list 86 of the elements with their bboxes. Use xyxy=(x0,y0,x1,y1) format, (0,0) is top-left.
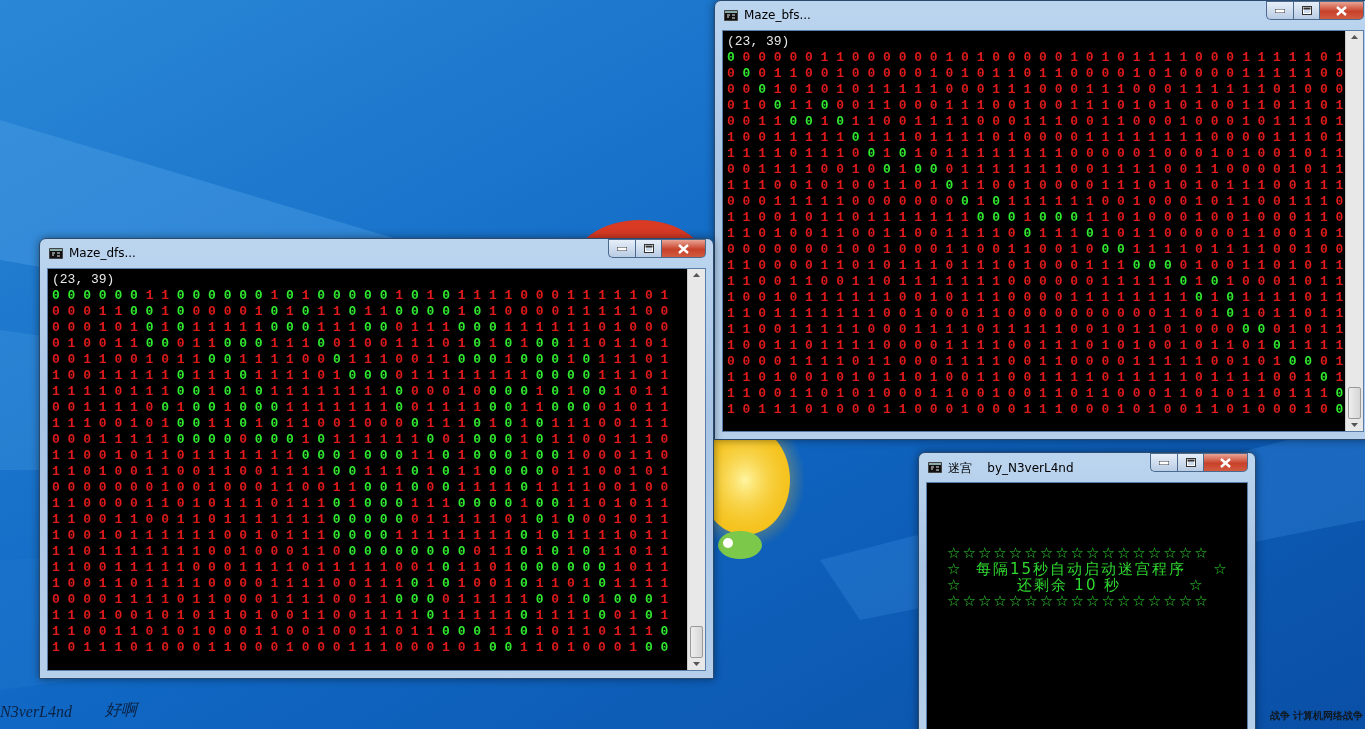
minimize-button[interactable] xyxy=(1150,453,1177,472)
close-button[interactable] xyxy=(1320,1,1364,20)
console-text: ☆ 还剩余 10 秒 ☆ xyxy=(947,577,1206,593)
maze-row: 0 0 0 1 1 0 0 1 0 0 0 0 0 1 0 1 0 1 1 0 1 1 0 0 0 0 1 0 1 0 0 0 0 1 1 1 1 1 0 0 xyxy=(727,66,1341,82)
maze-row-text: 1 0 1 1 1 0 1 0 0 0 1 1 0 0 0 1 0 0 0 1 1 1 0 0 0 1 0 1 0 0 1 1 0 1 0 0 0 1 0 0 xyxy=(52,640,670,656)
maximize-icon xyxy=(1185,458,1196,467)
maze-row-text: 1 1 0 0 1 0 1 1 0 1 1 1 1 1 1 1 0 0 0 1 0 0 0 1 1 0 1 0 0 0 1 0 0 1 0 0 0 1 1 0 xyxy=(52,448,670,464)
maze-row-text: 1 1 0 1 0 0 1 1 0 0 1 1 0 0 1 1 1 1 0 0 1 1 1 0 1 0 1 1 0 0 0 0 0 1 1 0 0 1 0 1 xyxy=(52,464,670,480)
maze-row-text: 1 1 0 0 0 0 1 1 0 1 0 1 1 1 0 1 1 1 0 1 0 0 0 1 1 1 0 0 0 0 1 0 0 1 1 0 1 0 1 1 xyxy=(52,496,670,512)
maze-row: 0 1 0 0 1 1 0 0 0 1 1 0 0 0 1 1 1 0 0 1 0 0 1 1 1 0 1 0 1 0 1 0 0 1 1 0 1 1 0 1 xyxy=(727,98,1341,114)
window-title: Maze_dfs... xyxy=(69,246,136,260)
maze-row-text: 0 0 0 0 0 0 1 1 0 0 0 0 0 0 1 0 1 0 0 0 0 0 1 0 1 0 1 1 1 1 0 0 0 1 1 1 1 1 0 1 xyxy=(52,288,670,304)
maze-row: 0 0 1 1 1 1 0 0 1 0 0 1 0 0 0 1 1 1 1 1 1 1 0 0 1 1 1 1 0 0 1 1 0 0 0 0 1 0 1 1 xyxy=(727,162,1341,178)
maze-row-text: 1 1 0 1 0 0 1 0 1 0 1 1 0 1 0 0 1 1 0 0 1 1 1 1 0 1 1 1 1 1 0 1 1 1 1 0 0 1 0 1 xyxy=(52,608,670,624)
maze-row: 1 1 0 0 1 0 1 1 0 1 1 1 1 1 1 1 0 0 0 1 0 0 0 1 1 0 1 0 0 0 1 0 0 1 0 0 0 1 1 0 xyxy=(727,210,1341,226)
scrollbar-thumb[interactable] xyxy=(1348,387,1361,419)
maze-row: 1 0 1 1 1 0 1 0 0 0 1 1 0 0 0 1 0 0 0 1 1 1 0 0 0 1 0 1 0 0 1 1 0 1 0 0 0 1 0 0 xyxy=(727,402,1341,418)
desktop-text: N3verL4nd xyxy=(0,703,72,721)
close-button[interactable] xyxy=(1204,453,1248,472)
maze-row: 1 1 0 1 1 1 1 1 1 1 0 0 1 0 0 0 1 1 0 0 0 0 0 0 0 0 0 0 1 1 0 1 0 1 0 1 1 0 1 1 xyxy=(727,306,1341,322)
scroll-up-icon[interactable] xyxy=(1351,35,1358,39)
scroll-up-icon[interactable] xyxy=(693,273,700,277)
maze-row-text: 1 0 0 1 1 1 1 1 0 1 1 1 0 1 1 1 1 0 1 0 0 0 0 1 1 1 1 1 1 1 1 0 0 0 0 1 1 1 0 1 xyxy=(52,368,670,384)
maze-row-text: 0 1 0 0 1 1 0 0 0 1 1 0 0 0 1 1 1 0 0 1 0 0 1 1 1 0 1 0 1 0 1 0 0 1 1 0 1 1 0 1 xyxy=(52,336,670,352)
console-text: (23, 39) xyxy=(52,272,116,288)
scrollbar[interactable] xyxy=(687,269,705,670)
close-button[interactable] xyxy=(662,239,706,258)
maximize-button[interactable] xyxy=(635,239,662,258)
maze-row: 1 0 0 1 0 1 1 1 1 1 1 0 0 1 0 1 1 1 0 0 0 0 1 1 1 1 1 1 1 1 0 1 0 1 1 1 1 0 1 1 xyxy=(727,290,1341,306)
maze-row-text: 1 1 1 0 0 1 0 1 0 0 1 1 0 1 0 1 1 0 0 1 0 0 0 0 1 1 1 0 1 0 1 0 1 1 1 0 0 1 1 1 xyxy=(52,416,670,432)
close-icon xyxy=(678,243,689,254)
scroll-down-icon[interactable] xyxy=(1351,423,1358,427)
console-icon xyxy=(49,248,63,259)
maze-row-text: 1 1 0 1 1 1 1 1 1 1 0 0 1 0 0 0 1 1 0 0 0 0 0 0 0 0 0 0 1 1 0 1 0 1 0 1 1 0 1 1 xyxy=(52,544,670,560)
console-icon xyxy=(928,462,942,473)
maze-row: 0 0 0 1 1 1 1 1 0 0 0 0 0 0 0 0 1 0 1 1 1 1 1 1 0 0 1 0 0 0 1 0 1 1 0 0 1 1 1 0 xyxy=(727,194,1341,210)
scrollbar-thumb[interactable] xyxy=(690,626,703,658)
maze-row: 1 1 1 0 0 1 0 1 0 0 1 1 0 1 0 1 1 0 0 1 0 0 0 0 1 1 1 0 1 0 1 0 1 1 1 0 0 1 1 1 xyxy=(727,178,1341,194)
console-text: ☆☆☆☆☆☆☆☆☆☆☆☆☆☆☆☆☆ xyxy=(947,545,1211,561)
maze-row-text: 0 0 0 1 0 1 0 1 0 1 1 1 1 1 0 0 0 1 1 1 0 0 0 1 1 1 0 0 0 1 1 1 1 1 1 0 1 0 0 0 xyxy=(52,320,670,336)
window-title: Maze_bfs... xyxy=(744,8,811,22)
close-icon xyxy=(1336,5,1347,16)
maximize-button[interactable] xyxy=(1293,1,1320,20)
maze-row: 0 0 0 0 0 0 0 1 0 0 1 0 0 0 1 1 0 0 1 1 0 0 1 0 0 0 1 1 1 1 0 1 1 1 1 0 0 1 0 0 xyxy=(727,242,1341,258)
maze-row: 1 1 1 1 0 1 1 1 0 0 1 0 1 0 1 1 1 1 1 1 1 1 0 0 0 0 0 1 0 0 0 1 0 1 0 0 1 0 1 1 xyxy=(727,146,1341,162)
minimize-icon xyxy=(1159,460,1169,465)
maximize-icon xyxy=(643,244,654,253)
maze-row: 0 0 0 1 0 1 0 1 0 1 1 1 1 1 0 0 0 1 1 1 0 0 0 1 1 1 0 0 0 1 1 1 1 1 1 0 1 0 0 0 xyxy=(727,82,1341,98)
maze-row: 1 1 0 1 0 0 1 0 1 0 1 1 0 1 0 0 1 1 0 0 1 1 1 1 0 1 1 1 1 1 0 1 1 1 1 0 0 1 0 1 xyxy=(727,370,1341,386)
maze-row-text: 0 0 1 1 1 1 0 0 1 0 0 1 0 0 0 1 1 1 1 1 1 1 0 0 1 1 1 1 0 0 1 1 0 0 0 0 1 0 1 1 xyxy=(52,400,670,416)
minimize-button[interactable] xyxy=(608,239,635,258)
desktop-icon-label[interactable]: 战争 计算机网络战争 xyxy=(1269,709,1363,723)
maze-row: 0 0 0 0 1 1 1 1 0 1 1 0 0 0 1 1 1 1 0 0 1 1 0 0 0 0 1 1 1 1 1 0 0 1 0 1 0 0 0 1 xyxy=(727,354,1341,370)
maze-row-text: 0 0 0 0 0 0 0 1 0 0 1 0 0 0 1 1 0 0 1 1 0 0 1 0 0 0 1 1 1 1 0 1 1 1 1 0 0 1 0 0 xyxy=(52,480,670,496)
scrollbar[interactable] xyxy=(1345,31,1363,431)
maximize-button[interactable] xyxy=(1177,453,1204,472)
maze-row-text: 1 1 1 1 0 1 1 1 0 0 1 0 1 0 1 1 1 1 1 1 1 1 0 0 0 0 1 0 0 0 0 1 0 1 0 0 1 0 1 1 xyxy=(52,384,670,400)
minimize-icon xyxy=(1275,8,1285,13)
maze-row-text: 1 0 0 1 0 1 1 1 1 1 1 0 0 1 0 1 1 1 0 0 0 0 1 1 1 1 1 1 1 1 0 1 0 1 1 1 1 0 1 1 xyxy=(52,528,670,544)
maze-row-text: 1 1 0 0 1 1 0 1 0 1 0 0 0 1 1 0 0 1 0 0 1 1 0 1 1 0 0 0 1 1 0 1 0 1 1 0 1 1 1 0 xyxy=(52,624,670,640)
close-icon xyxy=(1220,457,1231,468)
maze-row: 1 1 0 0 1 1 0 0 1 1 0 1 1 1 1 1 1 1 0 0 0 0 0 0 1 1 1 1 1 0 1 0 1 0 0 0 1 0 1 1 xyxy=(727,274,1341,290)
maze-row-text: 0 0 0 1 1 0 0 1 0 0 0 0 0 1 0 1 0 1 1 0 1 1 0 0 0 0 1 0 1 0 0 0 0 1 1 1 1 1 0 0 xyxy=(52,304,670,320)
scroll-down-icon[interactable] xyxy=(693,662,700,666)
console-icon xyxy=(724,10,738,21)
maze-row: 0 0 0 0 0 0 1 1 0 0 0 0 0 0 1 0 1 0 0 0 0 0 1 0 1 0 1 1 1 1 0 0 0 1 1 1 1 1 0 1 xyxy=(727,50,1341,66)
maze-row-text: 0 0 0 1 1 1 1 1 0 0 0 0 0 0 0 0 1 0 1 1 1 1 1 1 0 0 1 0 0 0 1 0 1 1 0 0 1 1 1 0 xyxy=(52,432,670,448)
console-text: (23, 39) xyxy=(727,34,791,50)
maze-row-text: 0 0 0 0 1 1 1 1 0 1 1 0 0 0 1 1 1 1 0 0 1 1 0 0 0 0 1 1 1 1 1 0 0 1 0 1 0 0 0 1 xyxy=(52,592,670,608)
maze-row: 1 1 0 1 0 0 1 1 0 0 1 1 0 0 1 1 1 1 0 0 1 1 1 0 1 0 1 1 0 0 0 0 0 1 1 0 0 1 0 1 xyxy=(727,226,1341,242)
maze-row: 1 1 0 0 1 1 0 1 0 1 0 0 0 1 1 0 0 1 0 0 1 1 0 1 1 0 0 0 1 1 0 1 0 1 1 0 1 1 1 0 xyxy=(727,386,1341,402)
maze-row-text: 1 1 0 0 1 1 0 0 1 1 0 1 1 1 1 1 1 1 0 0 0 0 0 0 1 1 1 1 1 0 1 0 1 0 0 0 1 0 1 1 xyxy=(52,512,670,528)
maze-row: 1 0 0 1 1 0 1 1 1 1 0 0 0 0 1 1 1 1 0 0 1 1 1 0 1 0 1 0 0 1 0 1 1 0 1 0 1 1 1 1 xyxy=(727,338,1341,354)
maximize-icon xyxy=(1301,6,1312,15)
maze-row: 0 0 1 1 0 0 1 0 1 1 0 0 1 1 1 1 0 0 0 1 1 1 0 0 1 1 0 0 0 1 0 0 0 1 0 1 1 1 0 1 xyxy=(727,114,1341,130)
window-title: 迷宫 by_N3verL4nd xyxy=(948,460,1074,477)
maze-row-text: 0 0 1 1 0 0 1 0 1 1 0 0 1 1 1 1 0 0 0 1 1 1 0 0 1 1 0 0 0 1 0 0 0 1 0 1 1 1 0 1 xyxy=(52,352,670,368)
maze-row-text: 1 1 0 0 1 1 1 1 1 0 0 0 1 1 1 1 0 1 1 1 1 1 0 0 1 0 1 1 0 1 0 0 0 0 0 0 1 0 1 1 xyxy=(52,560,670,576)
console-text: ☆ 每隔15秒自动启动迷宫程序 ☆ xyxy=(947,561,1230,577)
maze-row: 1 1 0 0 1 1 1 1 1 0 0 0 1 1 1 1 0 1 1 1 1 1 0 0 1 0 1 1 0 1 0 0 0 0 0 0 1 0 1 1 xyxy=(727,322,1341,338)
maze-row: 1 1 0 0 0 0 1 1 0 1 0 1 1 1 0 1 1 1 0 1 0 0 0 1 1 1 0 0 0 0 1 0 0 1 1 0 1 0 1 1 xyxy=(727,258,1341,274)
maze-row: 1 0 0 1 1 1 1 1 0 1 1 1 0 1 1 1 1 0 1 0 0 0 0 1 1 1 1 1 1 1 1 0 0 0 0 1 1 1 0 1 xyxy=(727,130,1341,146)
minimize-button[interactable] xyxy=(1266,1,1293,20)
maze-row-text: 1 0 0 1 1 0 1 1 1 1 0 0 0 0 1 1 1 1 0 0 1 1 1 0 1 0 1 0 0 1 0 1 1 0 1 0 1 1 1 1 xyxy=(52,576,670,592)
minimize-icon xyxy=(617,246,627,251)
console-text: ☆☆☆☆☆☆☆☆☆☆☆☆☆☆☆☆☆ xyxy=(947,593,1211,609)
